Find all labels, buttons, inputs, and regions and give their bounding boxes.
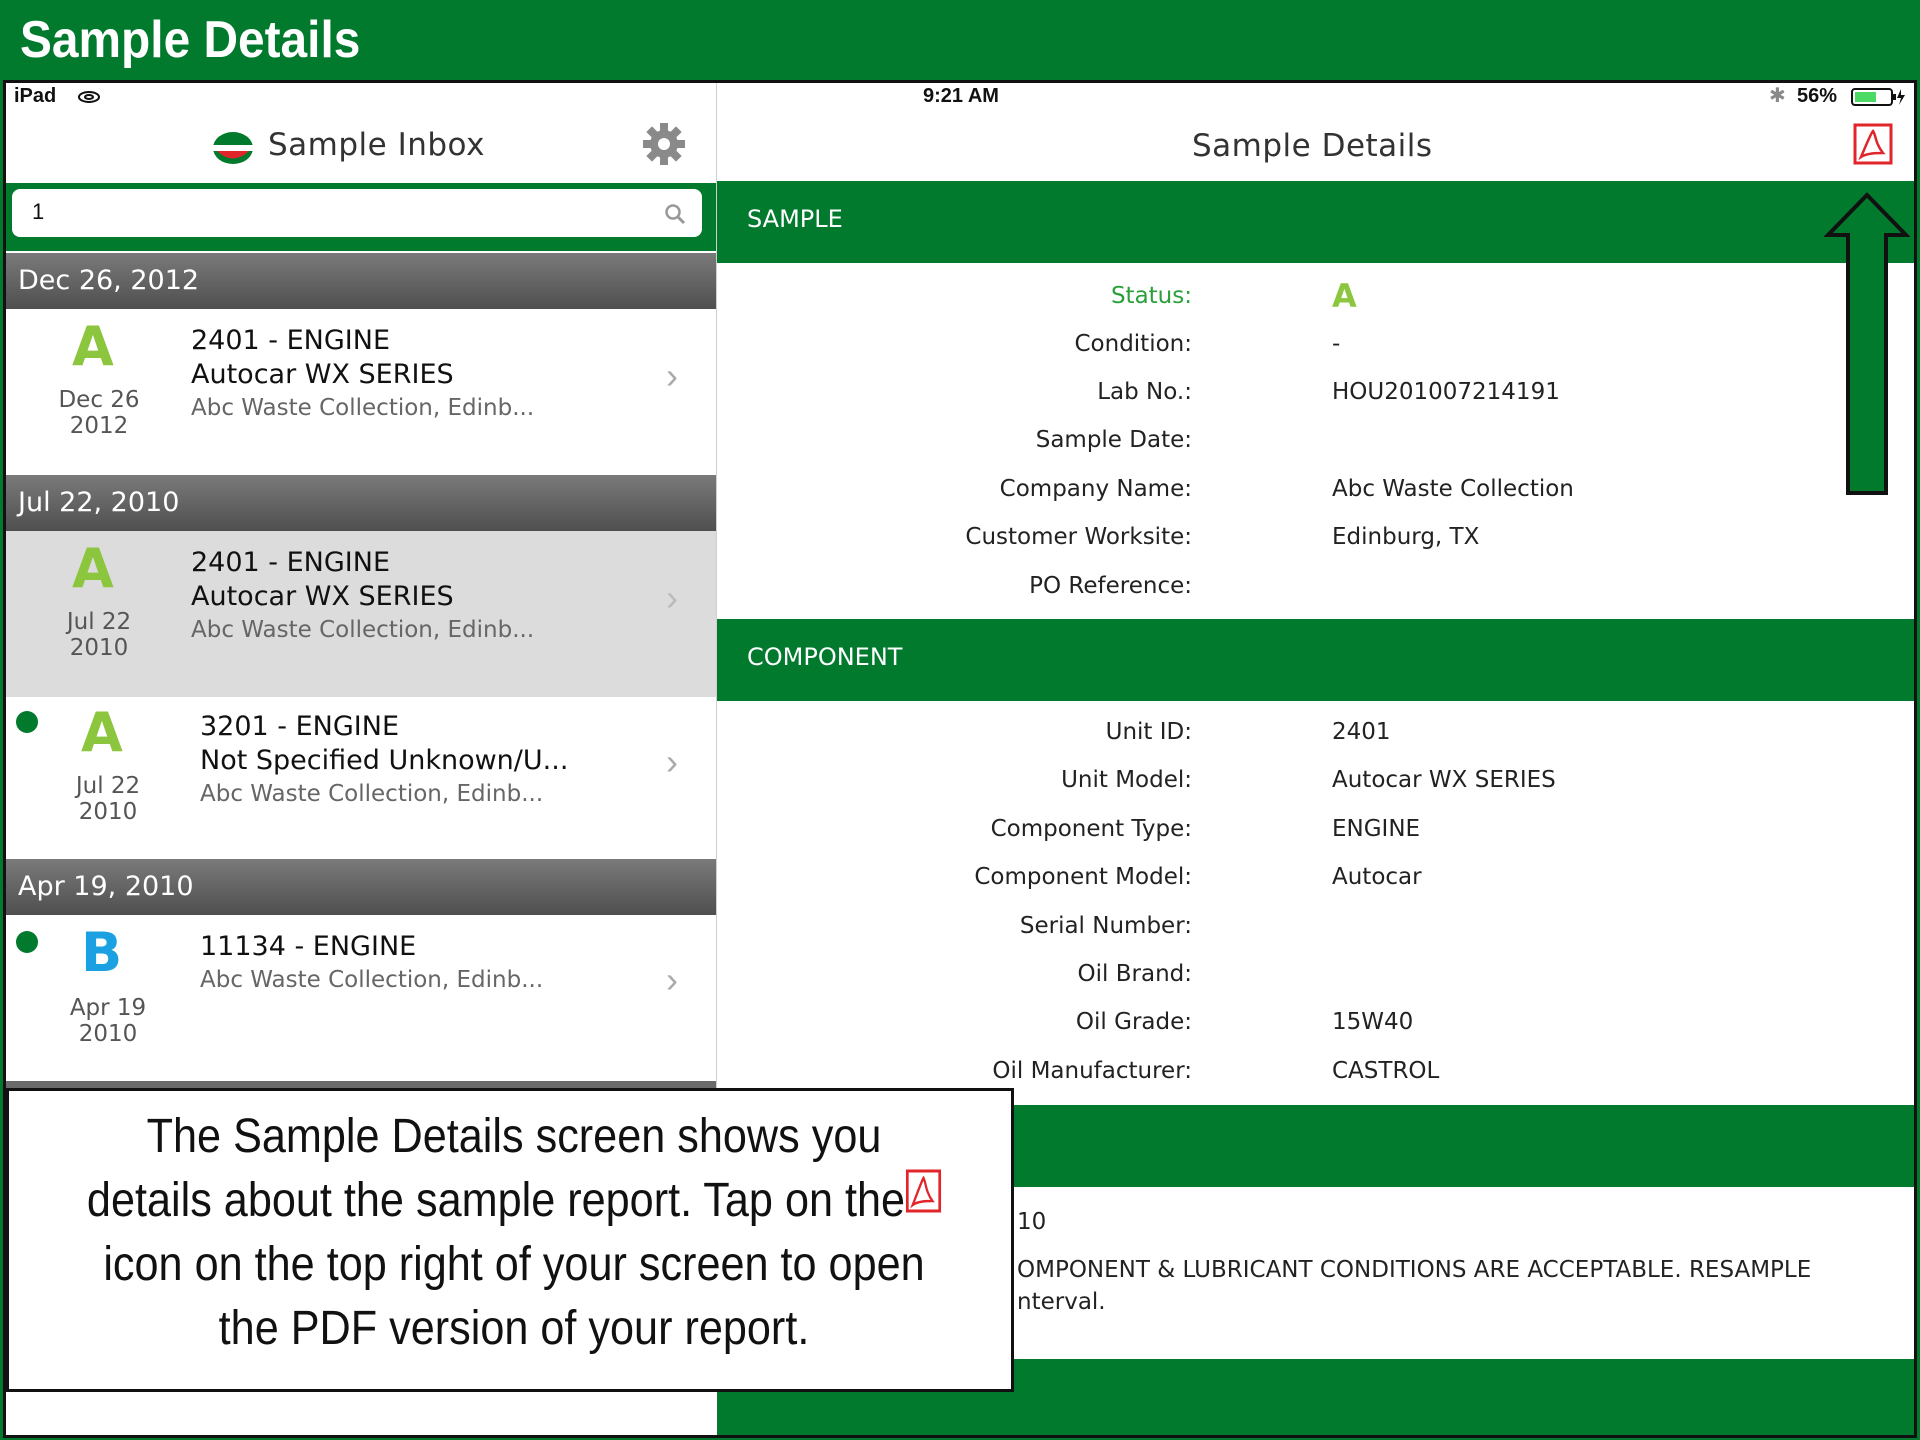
inbox-title: Sample Inbox: [268, 127, 485, 163]
field-label: Serial Number:: [1019, 913, 1192, 939]
sample-section-header: SAMPLE: [717, 181, 1914, 263]
item-company: Abc Waste Collection, Edinb...: [191, 617, 535, 643]
item-subtitle: Autocar WX SERIES: [191, 581, 454, 612]
battery-icon: [1851, 88, 1905, 106]
field-value: CASTROL: [1332, 1058, 1440, 1084]
grade-badge: A: [72, 315, 114, 378]
field-label: Oil Manufacturer:: [992, 1058, 1192, 1084]
status-device: iPad: [14, 85, 57, 107]
unread-dot: [16, 711, 38, 733]
field-value: HOU201007214191: [1332, 379, 1560, 405]
item-title: 2401 - ENGINE: [191, 547, 391, 578]
details-title: Sample Details: [1192, 128, 1433, 164]
item-company: Abc Waste Collection, Edinb...: [200, 967, 544, 993]
unread-dot: [16, 931, 38, 953]
search-icon: [665, 204, 686, 225]
castrol-logo-icon: [213, 132, 253, 164]
status-battery: 56%: [1797, 85, 1838, 107]
item-date: Jul 22 2010: [75, 773, 141, 825]
item-date: Apr 19 2010: [69, 995, 147, 1047]
grade-badge: A: [81, 701, 123, 764]
field-value: Autocar WX SERIES: [1332, 767, 1556, 793]
wifi-icon: [78, 91, 100, 103]
field-label: Customer Worksite:: [965, 524, 1192, 550]
field-label: Component Type:: [990, 816, 1192, 842]
instruction-callout: The Sample Details screen shows you deta…: [6, 1088, 1014, 1392]
pdf-icon[interactable]: [1853, 123, 1893, 165]
item-company: Abc Waste Collection, Edinb...: [200, 781, 544, 807]
item-subtitle: Autocar WX SERIES: [191, 359, 454, 390]
bluetooth-icon: ✱: [1769, 85, 1786, 107]
status-grade: A: [1332, 277, 1357, 315]
status-time: 9:21 AM: [923, 85, 999, 107]
item-title: 11134 - ENGINE: [200, 931, 417, 962]
field-value: 15W40: [1332, 1009, 1414, 1035]
search-value: 1: [32, 199, 45, 224]
field-value: 2401: [1332, 719, 1391, 745]
comment-text: OMPONENT & LUBRICANT CONDITIONS ARE ACCE…: [1017, 1257, 1812, 1283]
item-date: Dec 26 2012: [58, 387, 140, 439]
callout-text: The Sample Details screen shows you deta…: [87, 1105, 942, 1361]
field-label: Status:: [1110, 283, 1192, 309]
item-title: 3201 - ENGINE: [200, 711, 400, 742]
search-input[interactable]: 1: [12, 189, 702, 237]
grade-badge: B: [81, 921, 123, 984]
field-label: Oil Brand:: [1077, 961, 1192, 987]
field-label: Unit ID:: [1105, 719, 1192, 745]
grade-badge: A: [72, 537, 114, 600]
field-label: Sample Date:: [1035, 427, 1192, 453]
list-item-selected[interactable]: A Jul 22 2010 2401 - ENGINE Autocar WX SE…: [6, 531, 716, 697]
item-date: Jul 22 2010: [66, 609, 132, 661]
sample-header-label: SAMPLE: [747, 205, 843, 233]
field-label: Oil Grade:: [1075, 1009, 1192, 1035]
field-label: Component Model:: [974, 864, 1192, 890]
up-arrow-annotation: [1824, 192, 1910, 495]
field-value: -: [1332, 331, 1341, 357]
title-banner: Sample Details: [0, 0, 1920, 82]
pdf-icon: [905, 1169, 941, 1213]
section-date: Jul 22, 2010: [18, 487, 180, 518]
comment-date: 10: [1017, 1209, 1047, 1235]
section-date: Apr 19, 2010: [18, 871, 194, 902]
banner-title: Sample Details: [20, 11, 361, 69]
field-value: Abc Waste Collection: [1332, 476, 1574, 502]
field-label: PO Reference:: [1029, 573, 1192, 599]
field-label: Unit Model:: [1061, 767, 1192, 793]
field-value: Edinburg, TX: [1332, 524, 1480, 550]
field-label: Lab No.:: [1097, 379, 1192, 405]
list-item[interactable]: B Apr 19 2010 11134 - ENGINE Abc Waste Co…: [6, 915, 716, 1081]
item-subtitle: Not Specified Unknown/U...: [200, 745, 569, 776]
field-value: Autocar: [1332, 864, 1422, 890]
item-title: 2401 - ENGINE: [191, 325, 391, 356]
component-header-label: COMPONENT: [747, 643, 903, 671]
gear-icon[interactable]: [641, 121, 687, 167]
search-bar: 1: [6, 183, 716, 251]
field-label: Company Name:: [999, 476, 1192, 502]
field-label: Condition:: [1074, 331, 1192, 357]
item-company: Abc Waste Collection, Edinb...: [191, 395, 535, 421]
section-date: Dec 26, 2012: [18, 265, 200, 296]
field-value: ENGINE: [1332, 816, 1421, 842]
comment-text-cont: nterval.: [1017, 1289, 1106, 1315]
component-section-header: COMPONENT: [717, 619, 1914, 701]
